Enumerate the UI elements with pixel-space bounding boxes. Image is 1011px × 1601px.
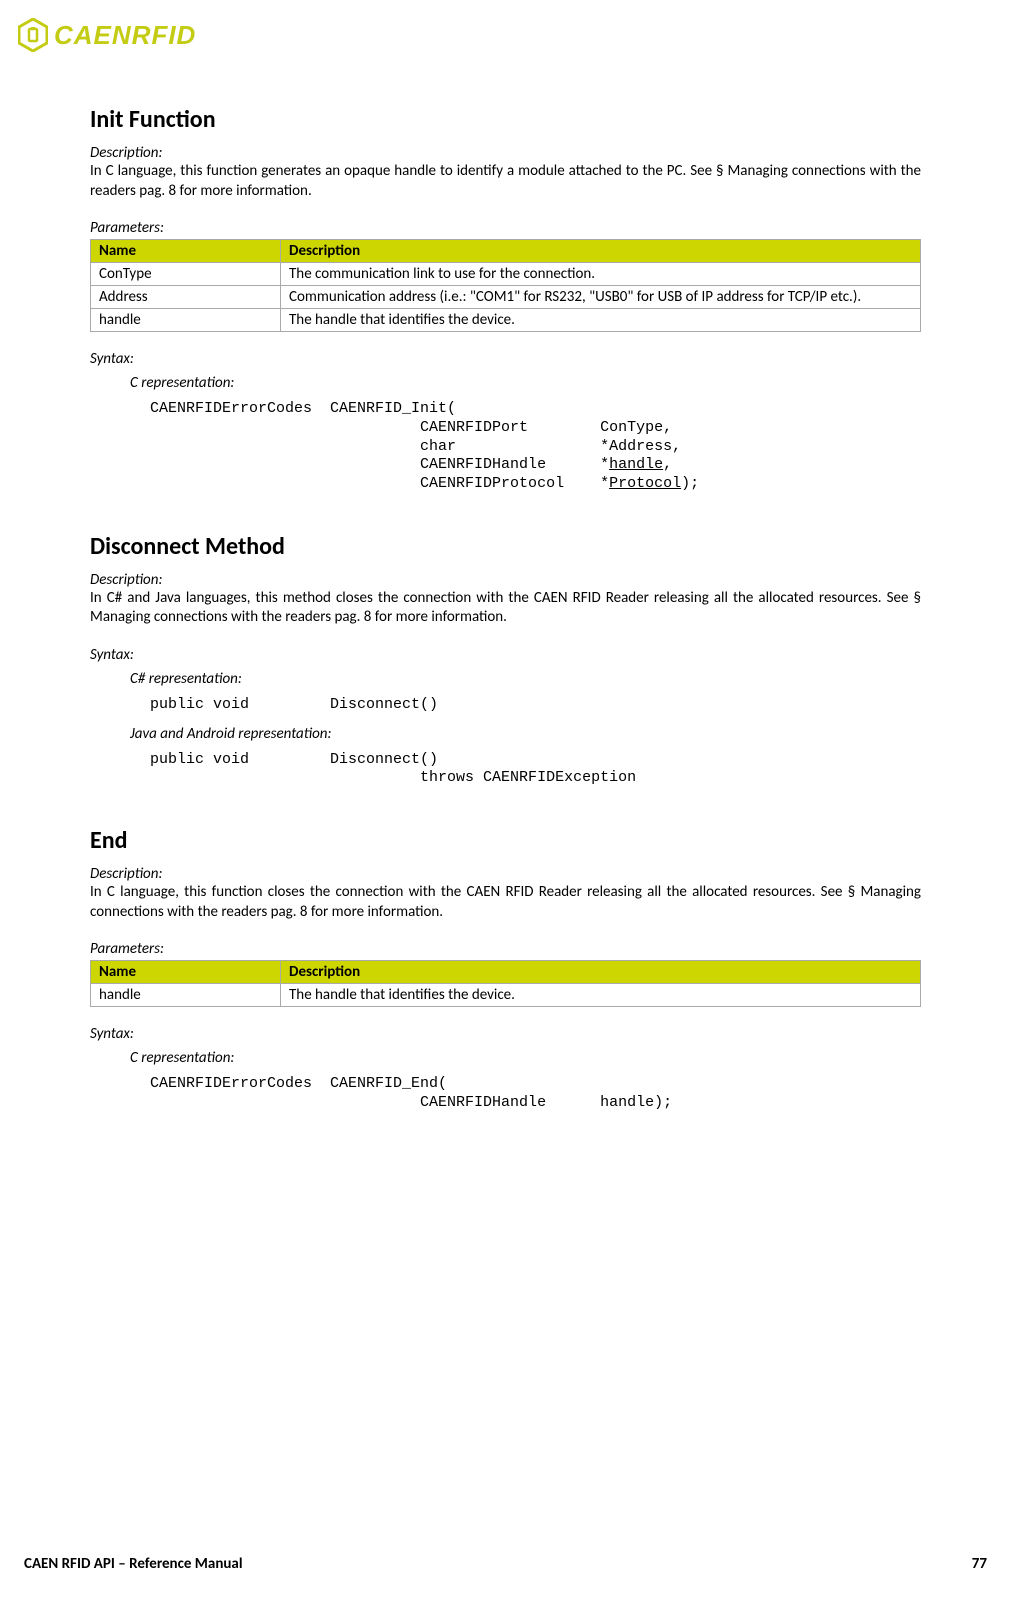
param-desc: The communication link to use for the co… — [281, 263, 921, 286]
th-name: Name — [91, 240, 281, 263]
table-row: handle The handle that identifies the de… — [91, 984, 921, 1007]
footer-title: CAEN RFID API – Reference Manual — [24, 1555, 243, 1573]
param-desc: The handle that identifies the device. — [281, 984, 921, 1007]
code-end: CAENRFIDErrorCodes CAENRFID_End( CAENRFI… — [150, 1075, 921, 1113]
code-java: public void Disconnect() throws CAENRFID… — [150, 751, 921, 789]
th-desc: Description — [281, 961, 921, 984]
th-name: Name — [91, 961, 281, 984]
code-cs: public void Disconnect() — [150, 696, 921, 715]
description-text: In C language, this function closes the … — [90, 883, 921, 922]
syntax-label: Syntax: — [90, 1025, 921, 1043]
description-text: In C language, this function generates a… — [90, 162, 921, 201]
th-desc: Description — [281, 240, 921, 263]
heading-end: End — [90, 826, 921, 855]
parameters-label: Parameters: — [90, 219, 921, 237]
table-row: Address Communication address (i.e.: "CO… — [91, 286, 921, 309]
page-content: Init Function Description: In C language… — [90, 105, 921, 1113]
heading-disconnect: Disconnect Method — [90, 532, 921, 561]
table-header-row: Name Description — [91, 961, 921, 984]
code-underline: handle — [609, 456, 663, 473]
logo-text: CAENRFID — [54, 20, 196, 51]
code-line: CAENRFIDHandle * — [150, 456, 609, 473]
section-disconnect: Disconnect Method Description: In C# and… — [90, 532, 921, 788]
table-header-row: Name Description — [91, 240, 921, 263]
param-name: Address — [91, 286, 281, 309]
brand-logo: CAENRFID — [18, 18, 196, 52]
parameters-table: Name Description handle The handle that … — [90, 960, 921, 1007]
param-name: handle — [91, 984, 281, 1007]
parameters-table: Name Description ConType The communicati… — [90, 239, 921, 332]
repr-c-label: C representation: — [130, 374, 921, 392]
code-line-end: ); — [681, 475, 699, 492]
param-name: handle — [91, 309, 281, 332]
code-line: CAENRFIDPort ConType, — [150, 419, 672, 436]
repr-c-label: C representation: — [130, 1049, 921, 1067]
page-footer: CAEN RFID API – Reference Manual 77 — [24, 1555, 987, 1573]
hex-icon — [18, 18, 48, 52]
repr-cs-label: C# representation: — [130, 670, 921, 688]
code-line: char *Address, — [150, 438, 681, 455]
repr-java-label: Java and Android representation: — [130, 725, 921, 743]
section-end: End Description: In C language, this fun… — [90, 826, 921, 1113]
description-text: In C# and Java languages, this method cl… — [90, 589, 921, 628]
parameters-label: Parameters: — [90, 940, 921, 958]
page-number: 77 — [972, 1555, 987, 1573]
param-desc: Communication address (i.e.: "COM1" for … — [281, 286, 921, 309]
table-row: handle The handle that identifies the de… — [91, 309, 921, 332]
description-label: Description: — [90, 144, 921, 162]
heading-init: Init Function — [90, 105, 921, 134]
description-label: Description: — [90, 865, 921, 883]
syntax-label: Syntax: — [90, 350, 921, 368]
code-line: CAENRFIDProtocol * — [150, 475, 609, 492]
code-line-end: , — [663, 456, 672, 473]
code-line: CAENRFIDErrorCodes CAENRFID_Init( — [150, 400, 456, 417]
table-row: ConType The communication link to use fo… — [91, 263, 921, 286]
code-init: CAENRFIDErrorCodes CAENRFID_Init( CAENRF… — [150, 400, 921, 494]
code-underline: Protocol — [609, 475, 681, 492]
section-init: Init Function Description: In C language… — [90, 105, 921, 494]
param-desc: The handle that identifies the device. — [281, 309, 921, 332]
param-name: ConType — [91, 263, 281, 286]
description-label: Description: — [90, 571, 921, 589]
syntax-label: Syntax: — [90, 646, 921, 664]
